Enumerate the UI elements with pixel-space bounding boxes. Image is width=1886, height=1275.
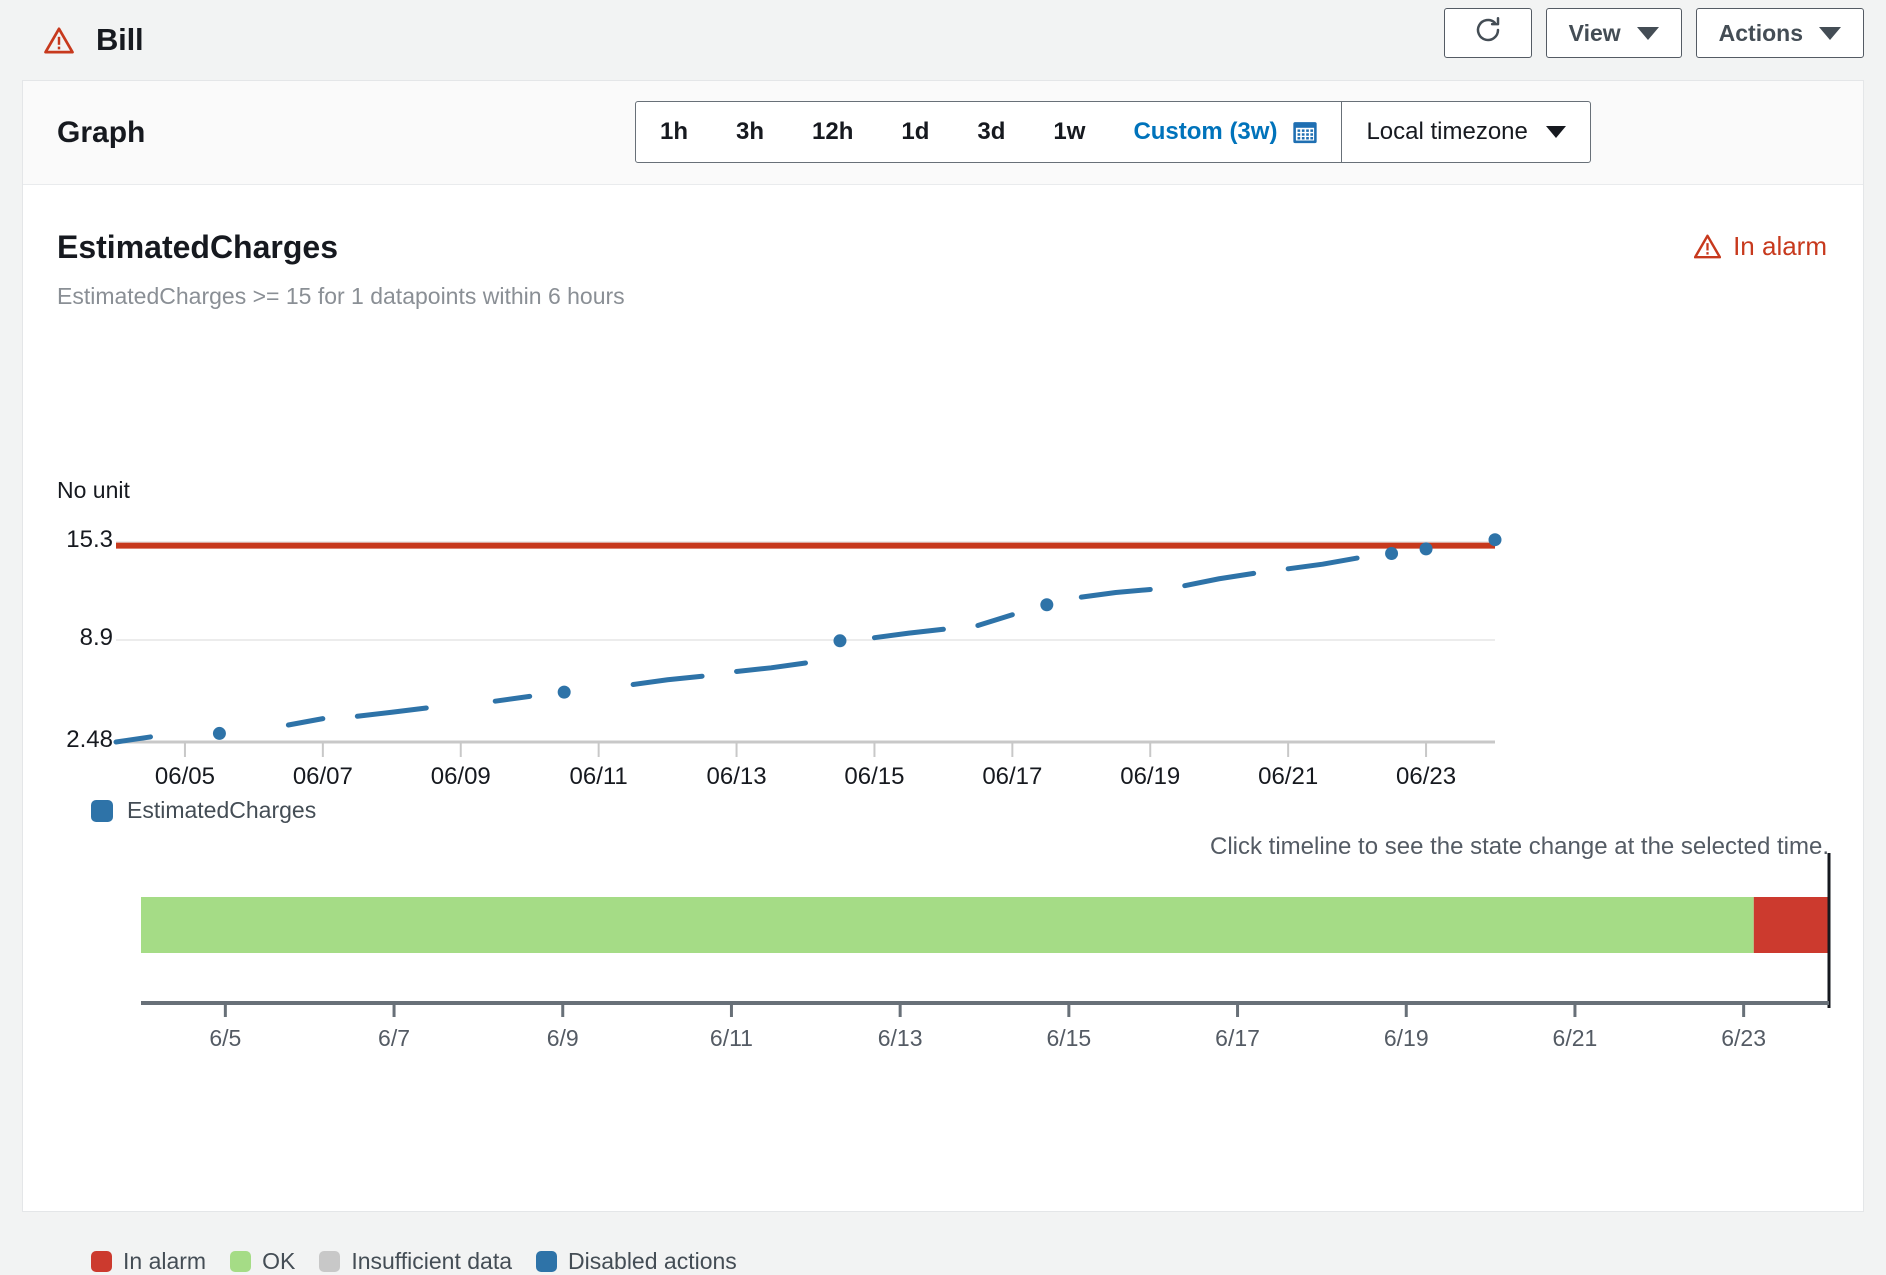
timezone-label: Local timezone (1366, 118, 1528, 145)
top-bar: Bill View Actions (0, 0, 1886, 80)
actions-button[interactable]: Actions (1695, 8, 1864, 58)
chevron-down-icon (1636, 26, 1659, 40)
page-title: Bill (96, 22, 144, 57)
x-axis-tick: 06/19 (1120, 763, 1181, 790)
x-axis-tick: 06/23 (1396, 763, 1457, 790)
metric-line-chart[interactable] (23, 185, 1865, 1211)
legend-swatch-estimatedcharges (91, 799, 113, 822)
timeline-legend: In alarm OK Insufficient data Disabled a… (91, 1248, 737, 1275)
chart-legend[interactable]: EstimatedCharges (91, 797, 316, 824)
legend-item-disabled-actions: Disabled actions (536, 1248, 737, 1275)
legend-item-in-alarm: In alarm (91, 1248, 206, 1275)
legend-label-ok: OK (262, 1248, 296, 1274)
page-title-group: Bill (44, 22, 144, 58)
y-axis-tick: 2.48 (66, 726, 113, 753)
range-custom[interactable]: Custom (3w) (1109, 102, 1291, 162)
graph-heading: Graph (57, 115, 146, 149)
timezone-select[interactable]: Local timezone (1341, 102, 1589, 162)
timeline-axis-tick: 6/15 (1046, 1025, 1092, 1051)
x-axis-tick: 06/21 (1258, 763, 1319, 790)
warning-triangle-icon (44, 26, 74, 54)
chart-area: No unit 15.3 8.9 2.48 06/05 06/07 06/09 06/11… (23, 185, 1865, 1274)
refresh-icon (1473, 15, 1503, 51)
legend-item-insufficient-data: Insufficient data (319, 1248, 512, 1275)
legend-swatch-in-alarm (91, 1251, 112, 1272)
x-axis-tick: 06/07 (292, 763, 353, 790)
x-axis-tick: 06/15 (844, 763, 905, 790)
range-12h[interactable]: 12h (788, 102, 877, 162)
top-actions: View Actions (1443, 8, 1864, 58)
x-axis-tick: 06/05 (154, 763, 215, 790)
legend-swatch-ok (230, 1251, 252, 1272)
range-1h[interactable]: 1h (636, 102, 712, 162)
timeline-axis-tick: 6/9 (546, 1025, 579, 1051)
legend-label-insufficient-data: Insufficient data (351, 1248, 513, 1274)
timeline-axis-tick: 6/21 (1552, 1025, 1598, 1051)
x-axis-tick: 06/13 (706, 763, 767, 790)
timeline-axis-tick: 6/13 (877, 1025, 923, 1051)
chevron-down-icon (1545, 126, 1566, 138)
timeline-axis-tick: 6/11 (709, 1025, 753, 1051)
legend-item-ok: OK (230, 1248, 295, 1275)
chevron-down-icon (1819, 26, 1841, 40)
view-button-label: View (1568, 19, 1621, 46)
graph-card: Graph 1h 3h 12h 1d 3d 1w Custom (3w) Loc… (22, 80, 1865, 1274)
view-button[interactable]: View (1545, 8, 1682, 58)
range-3d[interactable]: 3d (953, 102, 1029, 162)
x-axis-tick: 06/11 (569, 763, 628, 790)
legend-label-in-alarm: In alarm (123, 1248, 207, 1274)
y-axis-tick: 8.9 (79, 624, 113, 651)
legend-swatch-insufficient-data (319, 1251, 341, 1272)
range-1d[interactable]: 1d (877, 102, 953, 162)
x-axis-tick: 06/09 (430, 763, 491, 790)
timeline-axis-tick: 6/23 (1721, 1025, 1767, 1051)
y-axis-tick: 15.3 (66, 526, 113, 553)
range-3h[interactable]: 3h (712, 102, 788, 162)
legend-swatch-disabled-actions (536, 1251, 558, 1272)
graph-card-header: Graph 1h 3h 12h 1d 3d 1w Custom (3w) Loc… (23, 81, 1863, 185)
timeline-axis-tick: 6/7 (378, 1025, 411, 1051)
timeline-axis-tick: 6/5 (209, 1025, 242, 1051)
time-range-selector: 1h 3h 12h 1d 3d 1w Custom (3w) Local tim… (635, 101, 1591, 163)
calendar-icon[interactable] (1291, 102, 1341, 162)
legend-label-disabled-actions: Disabled actions (568, 1248, 737, 1274)
range-1w[interactable]: 1w (1029, 102, 1109, 162)
graph-card-body: EstimatedCharges EstimatedCharges >= 15 … (23, 185, 1865, 1274)
timeline-hint: Click timeline to see the state change a… (1210, 833, 1829, 860)
legend-label-estimatedcharges: EstimatedCharges (127, 797, 317, 823)
actions-button-label: Actions (1718, 19, 1803, 46)
x-axis-tick: 06/17 (982, 763, 1043, 790)
timeline-axis-tick: 6/17 (1215, 1025, 1260, 1051)
refresh-button[interactable] (1443, 8, 1532, 58)
timeline-axis-tick: 6/19 (1383, 1025, 1429, 1051)
